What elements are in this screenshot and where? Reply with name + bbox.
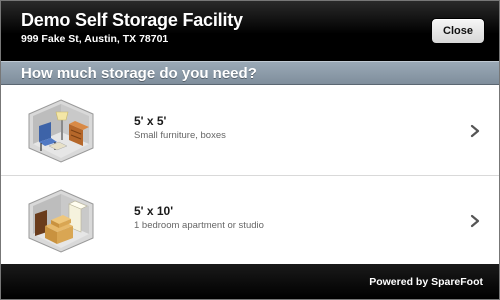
storage-unit-5x5-icon bbox=[28, 99, 94, 163]
facility-address: 999 Fake St, Austin, TX 78701 bbox=[21, 33, 169, 45]
size-title: 5' x 5' bbox=[134, 114, 167, 128]
size-option-text: 5' x 10' 1 bedroom apartment or studio bbox=[134, 204, 264, 231]
storage-widget: Demo Self Storage Facility 999 Fake St, … bbox=[0, 0, 500, 300]
facility-name: Demo Self Storage Facility bbox=[21, 10, 243, 30]
size-description: Small furniture, boxes bbox=[134, 130, 226, 141]
size-list: 5' x 5' Small furniture, boxes 5' x 10' … bbox=[1, 86, 499, 266]
footer: Powered by SpareFoot bbox=[1, 264, 499, 299]
size-option-5x10[interactable]: 5' x 10' 1 bedroom apartment or studio bbox=[1, 176, 499, 266]
size-option-5x5[interactable]: 5' x 5' Small furniture, boxes bbox=[1, 86, 499, 176]
powered-by-label: Powered by SpareFoot bbox=[369, 275, 483, 288]
header: Demo Self Storage Facility 999 Fake St, … bbox=[1, 1, 499, 61]
chevron-right-icon[interactable] bbox=[469, 124, 481, 138]
size-description: 1 bedroom apartment or studio bbox=[134, 220, 264, 231]
question-heading: How much storage do you need? bbox=[1, 61, 499, 85]
chevron-right-icon[interactable] bbox=[469, 214, 481, 228]
size-title: 5' x 10' bbox=[134, 204, 174, 218]
size-option-text: 5' x 5' Small furniture, boxes bbox=[134, 114, 226, 141]
storage-unit-5x10-icon bbox=[28, 189, 94, 253]
close-button[interactable]: Close bbox=[431, 18, 485, 44]
